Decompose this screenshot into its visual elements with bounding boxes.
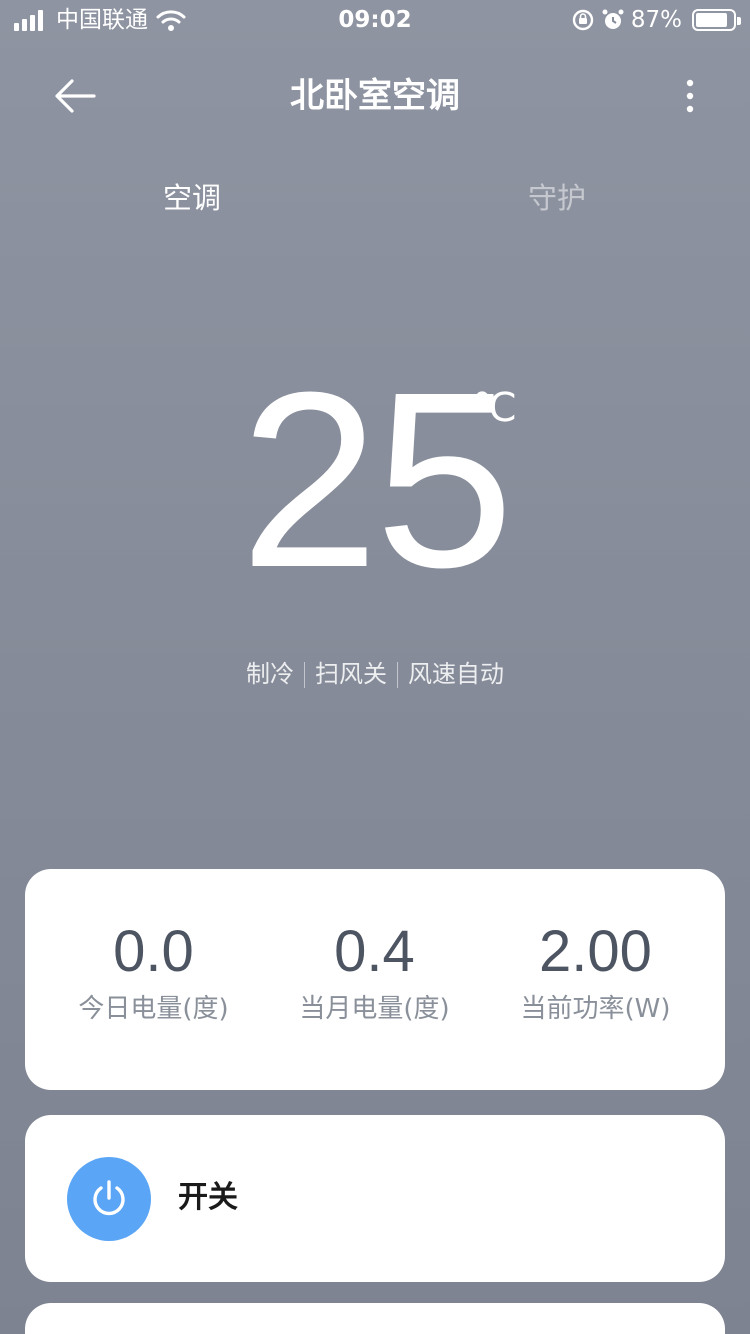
temperature-unit: ℃ <box>472 385 517 431</box>
mode-summary: 制冷 扫风关 风速自动 <box>0 656 750 692</box>
energy-stats-card: 0.0 今日电量(度) 0.4 当月电量(度) 2.00 当前功率(W) <box>25 869 725 1090</box>
rotation-lock-icon <box>572 9 594 31</box>
battery-percent: 87% <box>630 7 682 33</box>
mode-swing: 扫风关 <box>315 660 387 688</box>
power-label: 开关 <box>178 1180 238 1215</box>
status-bar: 中国联通 09:02 87% <box>0 0 750 40</box>
temperature-display: 25 ℃ <box>0 340 750 619</box>
stat-label: 当前功率(W) <box>520 994 671 1024</box>
temperature-value: 25 <box>239 340 514 619</box>
stat-month-energy: 0.4 当月电量(度) <box>258 917 491 1027</box>
nav-bar: 北卧室空调 <box>0 60 750 132</box>
status-right: 87% <box>571 6 741 34</box>
stat-value: 2.00 <box>539 919 652 984</box>
mode-cooling: 制冷 <box>246 660 294 688</box>
power-card[interactable]: 开关 <box>25 1115 725 1282</box>
next-card[interactable] <box>25 1303 725 1334</box>
power-button[interactable] <box>67 1157 151 1241</box>
alarm-icon <box>602 9 624 29</box>
divider <box>304 662 305 688</box>
tab-aircon[interactable]: 空调 <box>132 176 252 220</box>
battery-icon <box>692 9 741 31</box>
power-icon <box>93 1180 125 1216</box>
mode-fan-speed: 风速自动 <box>408 660 504 688</box>
stat-label: 今日电量(度) <box>78 994 229 1024</box>
stat-value: 0.4 <box>334 919 415 984</box>
more-vertical-icon[interactable] <box>674 74 706 118</box>
stat-label: 当月电量(度) <box>299 994 450 1024</box>
divider <box>397 662 398 688</box>
page-title: 北卧室空调 <box>290 76 460 116</box>
tab-bar: 空调 守护 <box>0 176 750 220</box>
stat-current-power: 2.00 当前功率(W) <box>479 917 712 1027</box>
stat-value: 0.0 <box>113 919 194 984</box>
tab-guard[interactable]: 守护 <box>497 176 617 220</box>
stat-today-energy: 0.0 今日电量(度) <box>37 917 270 1027</box>
